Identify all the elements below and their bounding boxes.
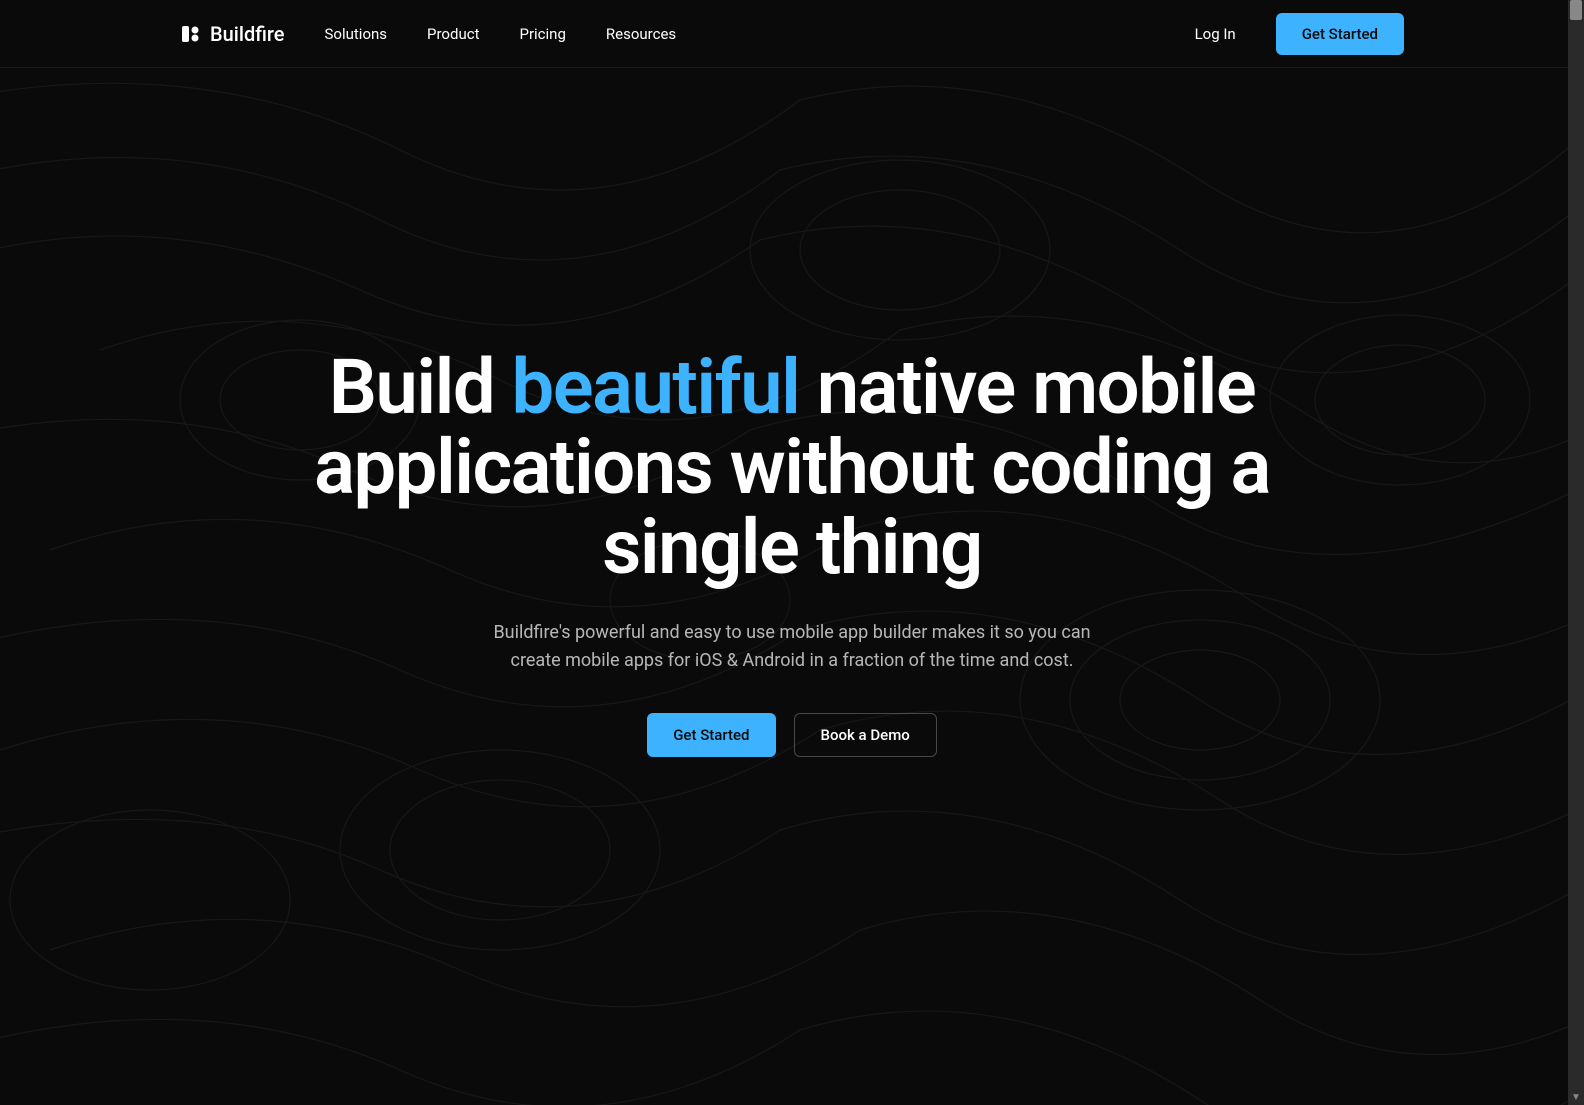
hero-book-demo-button[interactable]: Book a Demo: [794, 713, 937, 757]
hero-get-started-button[interactable]: Get Started: [647, 713, 775, 757]
nav-link-resources[interactable]: Resources: [606, 25, 676, 43]
buildfire-logo-icon: [180, 24, 200, 44]
hero-subtitle: Buildfire's powerful and easy to use mob…: [482, 619, 1102, 675]
nav-link-solutions[interactable]: Solutions: [325, 25, 388, 43]
nav-left: Buildfire Solutions Product Pricing Reso…: [180, 22, 676, 46]
hero-title-pre: Build: [329, 342, 512, 432]
hero-title: Build beautiful native mobile applicatio…: [242, 348, 1342, 587]
nav-right: Log In Get Started: [1195, 13, 1404, 55]
nav-links: Solutions Product Pricing Resources: [325, 25, 677, 43]
login-link[interactable]: Log In: [1195, 25, 1236, 43]
scroll-down-arrow-icon[interactable]: ▼: [1568, 1089, 1584, 1105]
nav-link-pricing[interactable]: Pricing: [519, 25, 565, 43]
brand-name: Buildfire: [210, 22, 285, 46]
navbar: Buildfire Solutions Product Pricing Reso…: [0, 0, 1584, 68]
scrollbar-thumb[interactable]: [1570, 0, 1582, 20]
nav-get-started-button[interactable]: Get Started: [1276, 13, 1404, 55]
hero-title-highlight: beautiful: [512, 342, 800, 432]
brand-logo[interactable]: Buildfire: [180, 22, 285, 46]
hero-buttons: Get Started Book a Demo: [647, 713, 937, 757]
nav-link-product[interactable]: Product: [427, 25, 479, 43]
scrollbar-track[interactable]: ▲ ▼: [1568, 0, 1584, 1105]
hero-section: Build beautiful native mobile applicatio…: [0, 68, 1584, 757]
